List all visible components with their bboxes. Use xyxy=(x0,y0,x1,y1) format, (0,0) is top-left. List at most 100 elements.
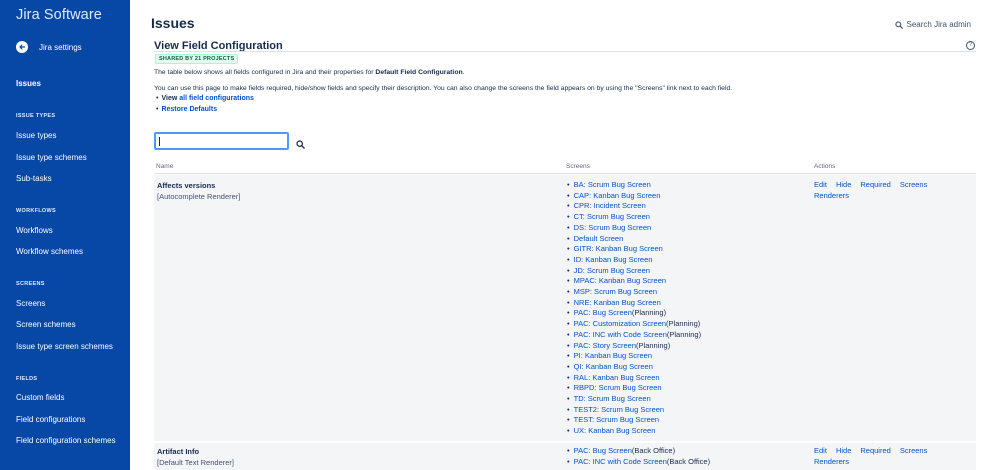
action-required-link[interactable]: Required xyxy=(860,180,890,191)
screen-tab-suffix: (Planning) xyxy=(666,329,702,339)
app-brand[interactable]: Jira Software xyxy=(16,7,102,23)
sidebar-item-workflows[interactable]: Workflows xyxy=(16,226,53,235)
sidebar-item-issues[interactable]: Issues xyxy=(16,79,41,88)
action-screens-link[interactable]: Screens xyxy=(900,446,928,457)
screen-tab-suffix: (Planning) xyxy=(636,340,671,350)
screen-link[interactable]: MPAC: Kanban Bug Screen xyxy=(574,276,666,285)
screen-link[interactable]: GITR: Kanban Bug Screen xyxy=(574,244,663,253)
list-item: DS: Scrum Bug Screen xyxy=(567,223,701,234)
screen-link[interactable]: TD: Scrum Bug Screen xyxy=(574,394,651,403)
filter-search-button[interactable] xyxy=(296,136,305,154)
action-edit-link[interactable]: Edit xyxy=(814,180,827,191)
screen-link[interactable]: QI: Kanban Bug Screen xyxy=(574,362,653,371)
screen-tab-suffix: (Planning) xyxy=(631,308,667,318)
list-item: BA: Scrum Bug Screen xyxy=(567,180,701,191)
list-item: CAP: Kanban Bug Screen xyxy=(567,191,701,202)
action-renderers-link[interactable]: Renderers xyxy=(814,191,849,202)
screen-link[interactable]: TEST: Scrum Bug Screen xyxy=(574,415,659,424)
list-item: GITR: Kanban Bug Screen xyxy=(567,244,701,255)
list-item: TEST2: Scrum Bug Screen xyxy=(567,405,701,416)
list-item: PAC: Story Screen(Planning) xyxy=(567,341,701,352)
divider xyxy=(154,51,976,52)
action-screens-link[interactable]: Screens xyxy=(900,180,928,191)
list-item: NRE: Kanban Bug Screen xyxy=(567,298,701,309)
screen-link[interactable]: CPR: Incident Screen xyxy=(574,201,646,210)
screen-tab-suffix: (Back Office) xyxy=(631,446,676,455)
screen-link[interactable]: NRE: Kanban Bug Screen xyxy=(574,298,661,307)
sidebar-item-custom-fields[interactable]: Custom fields xyxy=(16,393,64,402)
action-renderers-link[interactable]: Renderers xyxy=(814,457,849,468)
field-renderer: [Default Text Renderer] xyxy=(157,458,234,467)
screen-link[interactable]: PAC: Bug Screen xyxy=(574,308,632,317)
list-item: MSP: Scrum Bug Screen xyxy=(567,287,701,298)
list-item: Default Screen xyxy=(567,234,701,245)
list-item: PAC: Customization Screen(Planning) xyxy=(567,319,701,330)
divider xyxy=(154,173,976,174)
back-to-jira-settings[interactable]: Jira settings xyxy=(16,41,82,53)
screen-link[interactable]: CT: Scrum Bug Screen xyxy=(574,212,650,221)
description-text: You can use this page to make fields req… xyxy=(154,85,733,92)
screen-link[interactable]: JD: Scrum Bug Screen xyxy=(574,266,650,275)
back-label: Jira settings xyxy=(39,42,82,52)
shared-badge[interactable]: SHARED BY 21 PROJECTS xyxy=(155,54,239,64)
screen-link[interactable]: PAC: INC with Code Screen xyxy=(574,330,667,339)
screen-link[interactable]: PI: Kanban Bug Screen xyxy=(574,351,652,360)
column-header-actions: Actions xyxy=(814,163,836,170)
arrow-left-circle-icon xyxy=(16,41,28,53)
search-jira-admin[interactable]: Search Jira admin xyxy=(894,20,971,29)
screen-link[interactable]: UX: Kanban Bug Screen xyxy=(574,426,656,435)
screen-link[interactable]: PAC: INC with Code Screen xyxy=(574,457,667,466)
sidebar-section-fields: FIELDS xyxy=(16,376,38,382)
screen-link[interactable]: RBPD: Scrum Bug Screen xyxy=(574,383,662,392)
help-circle-icon[interactable]: ? xyxy=(966,41,975,50)
action-required-link[interactable]: Required xyxy=(860,446,890,457)
sidebar-section-issue-types: ISSUE TYPES xyxy=(16,113,56,119)
restore-defaults-link[interactable]: Restore Defaults xyxy=(161,106,217,113)
screen-link[interactable]: PAC: Bug Screen xyxy=(574,446,632,455)
column-header-screens: Screens xyxy=(566,163,590,170)
sidebar-item-issue-types[interactable]: Issue types xyxy=(16,131,56,140)
actions-list: Edit Hide Required Screens Renderers xyxy=(814,446,944,467)
screen-link[interactable]: PAC: Customization Screen xyxy=(574,319,666,328)
list-item: ID: Kanban Bug Screen xyxy=(567,255,701,266)
sidebar-item-issue-type-screen-schemes[interactable]: Issue type screen schemes xyxy=(16,342,113,351)
sidebar: Jira Software Jira settings Issues ISSUE… xyxy=(0,0,130,470)
sidebar-item-sub-tasks[interactable]: Sub-tasks xyxy=(16,174,52,183)
screen-link[interactable]: DS: Scrum Bug Screen xyxy=(574,223,652,232)
screen-link[interactable]: ID: Kanban Bug Screen xyxy=(574,255,653,264)
sidebar-item-workflow-schemes[interactable]: Workflow schemes xyxy=(16,247,83,256)
list-item: TEST: Scrum Bug Screen xyxy=(567,415,701,426)
field-renderer: [Autocomplete Renderer] xyxy=(157,192,241,201)
action-hide-link[interactable]: Hide xyxy=(836,446,851,457)
screen-link[interactable]: TEST2: Scrum Bug Screen xyxy=(574,405,664,414)
screen-link[interactable]: Default Screen xyxy=(574,234,624,243)
field-filter-input[interactable] xyxy=(154,132,289,150)
sidebar-item-screens[interactable]: Screens xyxy=(16,299,45,308)
actions-list: Edit Hide Required Screens Renderers xyxy=(814,180,944,201)
list-item: RBPD: Scrum Bug Screen xyxy=(567,383,701,394)
screen-link[interactable]: CAP: Kanban Bug Screen xyxy=(574,191,661,200)
table-row: Affects versions [Autocomplete Renderer]… xyxy=(154,175,976,441)
sidebar-item-screen-schemes[interactable]: Screen schemes xyxy=(16,320,76,329)
sidebar-item-field-configuration-schemes[interactable]: Field configuration schemes xyxy=(16,436,116,445)
field-name: Affects versions xyxy=(157,181,216,190)
sidebar-item-issue-type-schemes[interactable]: Issue type schemes xyxy=(16,153,87,162)
screen-link[interactable]: BA: Scrum Bug Screen xyxy=(574,180,651,189)
action-edit-link[interactable]: Edit xyxy=(814,446,827,457)
sidebar-section-screens: SCREENS xyxy=(16,281,45,287)
screen-link[interactable]: RAL: Kanban Bug Screen xyxy=(574,373,660,382)
list-item: PAC: INC with Code Screen(Planning) xyxy=(567,330,701,341)
screen-link[interactable]: MSP: Scrum Bug Screen xyxy=(574,287,657,296)
screen-link[interactable]: PAC: Story Screen xyxy=(574,341,636,350)
action-hide-link[interactable]: Hide xyxy=(836,180,851,191)
search-icon xyxy=(296,140,305,149)
list-item: PI: Kanban Bug Screen xyxy=(567,351,701,362)
screens-list: BA: Scrum Bug Screen CAP: Kanban Bug Scre… xyxy=(567,180,701,437)
restore-defaults-item: Restore Defaults xyxy=(156,106,217,113)
sidebar-section-workflows: WORKFLOWS xyxy=(16,208,56,214)
list-item: CT: Scrum Bug Screen xyxy=(567,212,701,223)
sidebar-item-field-configurations[interactable]: Field configurations xyxy=(16,415,85,424)
all-field-configurations-link[interactable]: all field configurations xyxy=(179,95,254,102)
view-all-field-configurations: View all field configurations xyxy=(156,95,254,102)
list-item: RAL: Kanban Bug Screen xyxy=(567,373,701,384)
